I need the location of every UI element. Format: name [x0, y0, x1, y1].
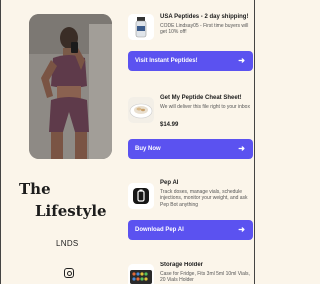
pep-ai-logo-icon — [128, 183, 154, 209]
arrow-right-icon: ➜ — [238, 56, 245, 65]
arrow-right-icon: ➜ — [238, 225, 245, 234]
profile-photo — [29, 14, 112, 159]
brand-title-line1: The — [19, 180, 51, 198]
storage-case-icon — [128, 264, 154, 284]
right-border — [254, 0, 255, 284]
card-description: We will deliver this file right to your … — [160, 104, 250, 110]
card-title: USA Peptides - 2 day shipping! — [160, 14, 249, 20]
button-label: Download Pep AI — [135, 227, 184, 233]
buy-now-button[interactable]: Buy Now ➜ — [128, 139, 253, 159]
card-description: CODE Lindsay05 - First time buyers will … — [160, 23, 249, 36]
left-border — [0, 0, 1, 284]
vial-icon — [128, 14, 154, 40]
arrow-right-icon: ➜ — [238, 144, 245, 153]
instagram-icon[interactable] — [64, 268, 74, 278]
card-description: Case for Fridge, Fits 3ml 5ml 10ml Vials… — [160, 271, 250, 284]
link-card-usa-peptides: USA Peptides - 2 day shipping! CODE Lind… — [128, 14, 253, 44]
card-title: Storage Holder — [160, 262, 204, 268]
button-label: Buy Now — [135, 146, 161, 152]
card-price: $14.99 — [160, 122, 179, 128]
profile-handle: LNDS — [56, 239, 79, 248]
brand-title-line2: Lifestyle — [35, 202, 107, 220]
card-title: Pep AI — [160, 180, 179, 186]
card-title: Get My Peptide Cheat Sheet! — [160, 95, 242, 101]
button-label: Visit Instant Peptides! — [135, 58, 198, 64]
link-card-cheat-sheet: Get My Peptide Cheat Sheet! We will deli… — [128, 95, 253, 135]
bowl-icon — [128, 97, 154, 123]
link-card-storage-holder: Storage Holder Case for Fridge, Fits 3ml… — [128, 262, 253, 284]
visit-instant-peptides-button[interactable]: Visit Instant Peptides! ➜ — [128, 51, 253, 71]
card-description: Track doses, manage vials, schedule inje… — [160, 189, 248, 208]
download-pep-ai-button[interactable]: Download Pep AI ➜ — [128, 220, 253, 240]
link-card-pep-ai: Pep AI Track doses, manage vials, schedu… — [128, 180, 253, 215]
